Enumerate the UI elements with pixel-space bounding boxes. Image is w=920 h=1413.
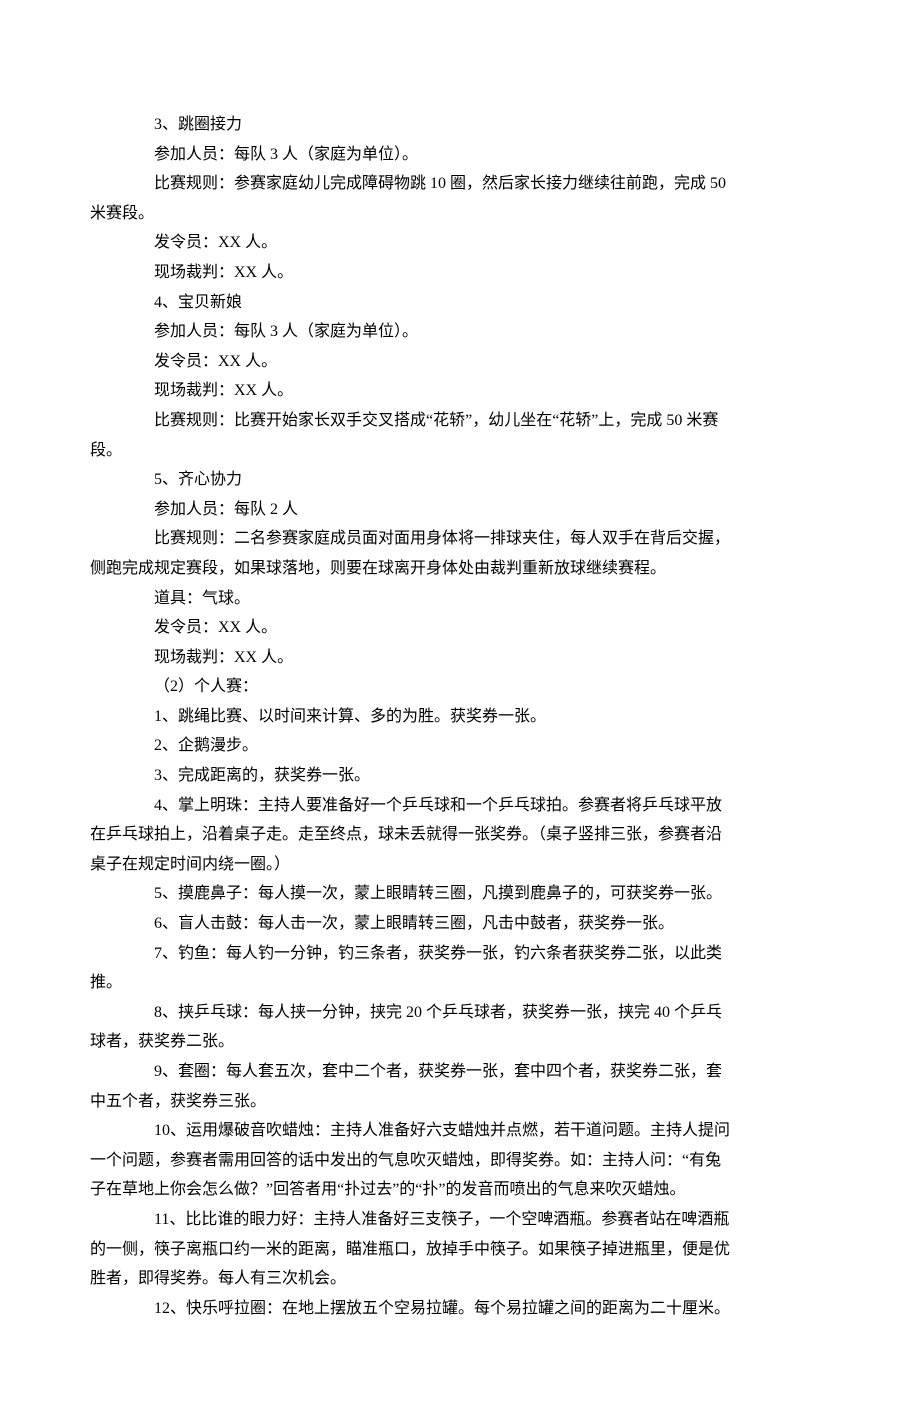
paragraph: 8、挟乒乓球：每人挟一分钟，挟完 20 个乒乓球者，获奖券一张，挟完 40 个乒… — [90, 998, 830, 1028]
paragraph: 5、齐心协力 — [90, 465, 830, 495]
paragraph: 中五个者，获奖券三张。 — [90, 1087, 830, 1117]
paragraph: 比赛规则：比赛开始家长双手交叉搭成“花轿”，幼儿坐在“花轿”上，完成 50 米赛 — [90, 406, 830, 436]
document-page: 3、跳圈接力参加人员：每队 3 人（家庭为单位）。比赛规则：参赛家庭幼儿完成障碍… — [0, 0, 920, 1413]
paragraph: 侧跑完成规定赛段，如果球落地，则要在球离开身体处由裁判重新放球继续赛程。 — [90, 554, 830, 584]
paragraph: 桌子在规定时间内绕一圈。） — [90, 850, 830, 880]
paragraph: 子在草地上你会怎么做？”回答者用“扑过去”的“扑”的发音而喷出的气息来吹灭蜡烛。 — [90, 1175, 830, 1205]
paragraph: 一个问题，参赛者需用回答的话中发出的气息吹灭蜡烛，即得奖券。如：主持人问：“有兔 — [90, 1146, 830, 1176]
paragraph: 3、跳圈接力 — [90, 110, 830, 140]
paragraph: 推。 — [90, 968, 830, 998]
paragraph: 6、盲人击鼓：每人击一次，蒙上眼睛转三圈，凡击中鼓者，获奖券一张。 — [90, 909, 830, 939]
paragraph: 比赛规则：参赛家庭幼儿完成障碍物跳 10 圈，然后家长接力继续往前跑，完成 50 — [90, 169, 830, 199]
paragraph: 比赛规则：二名参赛家庭成员面对面用身体将一排球夹住，每人双手在背后交握， — [90, 524, 830, 554]
paragraph: 发令员：XX 人。 — [90, 347, 830, 377]
paragraph: 参加人员：每队 2 人 — [90, 495, 830, 525]
paragraph: 发令员：XX 人。 — [90, 228, 830, 258]
paragraph: 道具：气球。 — [90, 584, 830, 614]
paragraph: 球者，获奖券二张。 — [90, 1027, 830, 1057]
paragraph: 4、宝贝新娘 — [90, 288, 830, 318]
paragraph: 的一侧，筷子离瓶口约一米的距离，瞄准瓶口，放掉手中筷子。如果筷子掉进瓶里，便是优 — [90, 1235, 830, 1265]
paragraph: 7、钓鱼：每人钓一分钟，钓三条者，获奖券一张，钓六条者获奖券二张，以此类 — [90, 939, 830, 969]
paragraph: 1、跳绳比赛、以时间来计算、多的为胜。获奖券一张。 — [90, 702, 830, 732]
paragraph: 参加人员：每队 3 人（家庭为单位）。 — [90, 317, 830, 347]
paragraph: 参加人员：每队 3 人（家庭为单位）。 — [90, 140, 830, 170]
paragraph: 4、掌上明珠：主持人要准备好一个乒乓球和一个乒乓球拍。参赛者将乒乓球平放 — [90, 791, 830, 821]
paragraph: 11、比比谁的眼力好：主持人准备好三支筷子，一个空啤酒瓶。参赛者站在啤酒瓶 — [90, 1205, 830, 1235]
paragraph: （2）个人赛： — [90, 672, 830, 702]
paragraph: 9、套圈：每人套五次，套中二个者，获奖券一张，套中四个者，获奖券二张，套 — [90, 1057, 830, 1087]
paragraph: 米赛段。 — [90, 199, 830, 229]
paragraph: 在乒乓球拍上，沿着桌子走。走至终点，球未丢就得一张奖券。（桌子竖排三张，参赛者沿 — [90, 820, 830, 850]
paragraph: 10、运用爆破音吹蜡烛：主持人准备好六支蜡烛并点燃，若干道问题。主持人提问 — [90, 1116, 830, 1146]
paragraph: 胜者，即得奖券。每人有三次机会。 — [90, 1264, 830, 1294]
paragraph: 发令员：XX 人。 — [90, 613, 830, 643]
paragraph: 3、完成距离的，获奖券一张。 — [90, 761, 830, 791]
paragraph: 现场裁判：XX 人。 — [90, 643, 830, 673]
paragraph: 现场裁判：XX 人。 — [90, 258, 830, 288]
paragraph: 现场裁判：XX 人。 — [90, 376, 830, 406]
paragraph: 12、快乐呼拉圈：在地上摆放五个空易拉罐。每个易拉罐之间的距离为二十厘米。 — [90, 1294, 830, 1324]
paragraph: 段。 — [90, 436, 830, 466]
paragraph: 2、企鹅漫步。 — [90, 731, 830, 761]
paragraph: 5、摸鹿鼻子：每人摸一次，蒙上眼睛转三圈，凡摸到鹿鼻子的，可获奖券一张。 — [90, 879, 830, 909]
